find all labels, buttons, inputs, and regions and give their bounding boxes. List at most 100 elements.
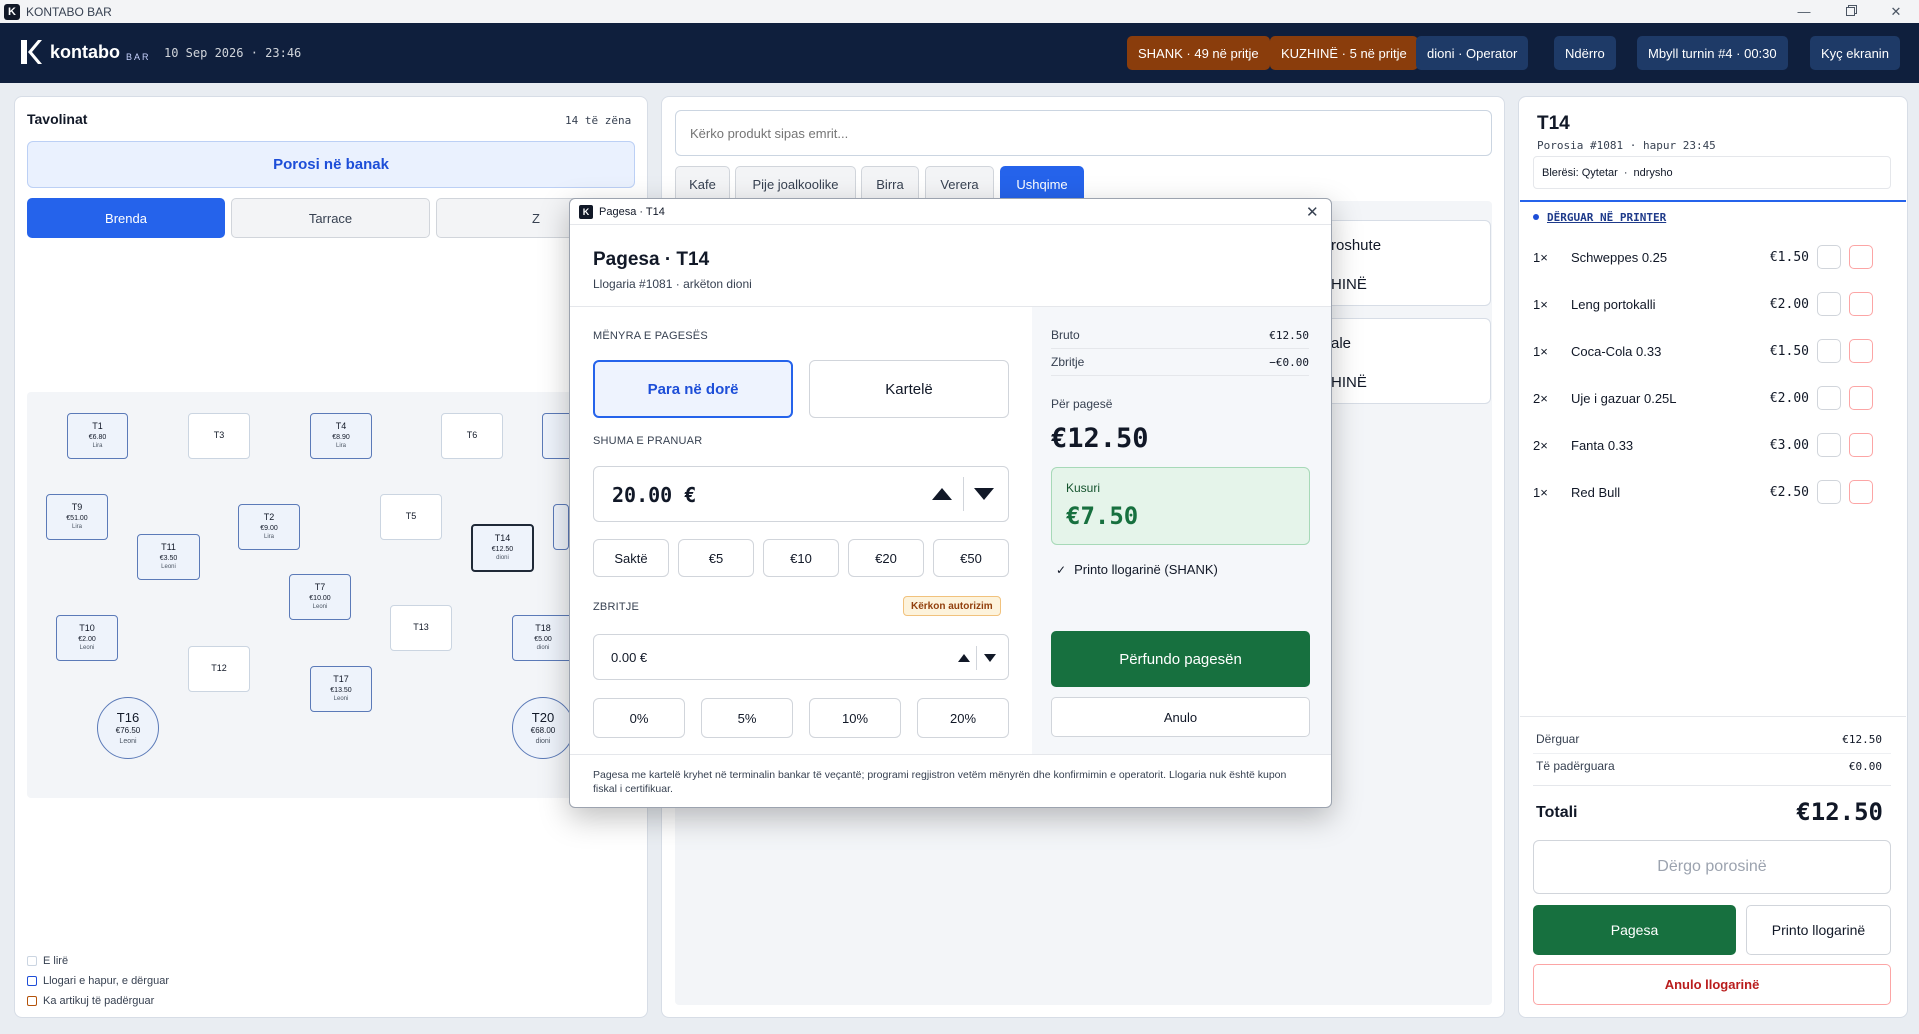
table-t17[interactable]: T17 €13.50 Leoni: [310, 666, 372, 712]
table-t7[interactable]: T7 €10.00 Leoni: [289, 574, 351, 620]
order-line[interactable]: 1× Coca-Cola 0.33 €1.50: [1533, 329, 1896, 373]
line-void-checkbox[interactable]: [1849, 339, 1873, 363]
cancel-payment-button[interactable]: Anulo: [1051, 697, 1310, 737]
print-bill-button[interactable]: Printo llogarinë: [1746, 905, 1891, 955]
payment-dialog: K Pagesa · T14 ✕ Pagesa · T14 Llogaria #…: [569, 198, 1332, 808]
gross-label: Bruto: [1051, 328, 1080, 342]
table-t4[interactable]: T4 €8.90 Lira: [310, 413, 372, 459]
card-method-button[interactable]: Kartelë: [809, 360, 1009, 418]
table-t10[interactable]: T10 €2.00 Leoni: [56, 615, 118, 661]
quick-5-button[interactable]: €5: [678, 539, 754, 577]
shank-queue-badge[interactable]: SHANK · 49 në pritje: [1127, 36, 1270, 70]
table-waiter: Leoni: [119, 737, 137, 745]
quick-50-button[interactable]: €50: [933, 539, 1009, 577]
bar-order-button[interactable]: Porosi në banak: [27, 141, 635, 188]
order-line[interactable]: 2× Uje i gazuar 0.25L €2.00: [1533, 376, 1896, 420]
discount-field[interactable]: 0.00 €: [593, 634, 1009, 680]
table-t16[interactable]: T16 €76.50 Leoni: [97, 697, 159, 759]
table-id: T10: [79, 622, 95, 633]
buyer-change-link[interactable]: ndrysho: [1633, 167, 1672, 179]
line-qty: 2×: [1533, 390, 1548, 406]
exact-amount-button[interactable]: Saktë: [593, 539, 669, 577]
table-partial-2[interactable]: [553, 504, 569, 550]
line-checkbox[interactable]: [1817, 480, 1841, 504]
discount-5-button[interactable]: 5%: [701, 698, 793, 738]
table-amount: €2.00: [78, 635, 96, 643]
line-checkbox[interactable]: [1817, 433, 1841, 457]
decrease-arrow-icon[interactable]: [966, 477, 1002, 511]
separator: ·: [1623, 166, 1628, 179]
category-tab-kafe[interactable]: Kafe: [675, 166, 730, 202]
dialog-close-icon[interactable]: ✕: [1306, 203, 1319, 221]
table-t5[interactable]: T5: [380, 494, 442, 540]
maximize-icon[interactable]: [1827, 0, 1873, 23]
unsent-value: €0.00: [1848, 760, 1882, 773]
buyer-field[interactable]: Blerësi: Qytetar · ndrysho: [1533, 156, 1891, 189]
line-checkbox[interactable]: [1817, 245, 1841, 269]
quick-10-button[interactable]: €10: [763, 539, 839, 577]
table-t9[interactable]: T9 €51.00 Lira: [46, 494, 108, 540]
cash-method-button[interactable]: Para në dorë: [593, 360, 793, 418]
line-price: €2.00: [1769, 390, 1809, 406]
minimize-icon[interactable]: —: [1781, 0, 1827, 23]
table-amount: €5.00: [534, 635, 552, 643]
order-line[interactable]: 1× Schweppes 0.25 €1.50: [1533, 235, 1896, 279]
line-checkbox[interactable]: [1817, 339, 1841, 363]
line-void-checkbox[interactable]: [1849, 480, 1873, 504]
legend-swatch-free: [27, 956, 37, 966]
product-search-input[interactable]: [675, 110, 1492, 156]
cancel-bill-button[interactable]: Anulo llogarinë: [1533, 964, 1891, 1005]
operator-button[interactable]: dioni · Operator: [1416, 36, 1529, 70]
line-void-checkbox[interactable]: [1849, 292, 1873, 316]
app-header: kontabo BAR 10 Sep 2026 · 23:46 SHANK · …: [0, 23, 1919, 83]
discount-decrease-icon[interactable]: [980, 648, 1000, 668]
print-bill-checkbox[interactable]: ✓ Printo llogarinë (SHANK): [1056, 562, 1218, 577]
discount-20-button[interactable]: 20%: [917, 698, 1009, 738]
line-void-checkbox[interactable]: [1849, 433, 1873, 457]
table-t6[interactable]: T6: [441, 413, 503, 459]
order-line[interactable]: 1× Red Bull €2.50: [1533, 470, 1896, 514]
dialog-subtitle: Llogaria #1081 · arkëton dioni: [593, 277, 752, 291]
finish-payment-button[interactable]: Përfundo pagesën: [1051, 631, 1310, 687]
order-line[interactable]: 2× Fanta 0.33 €3.00: [1533, 423, 1896, 467]
quick-20-button[interactable]: €20: [848, 539, 924, 577]
table-t14-selected[interactable]: T14 €12.50 dioni: [471, 524, 534, 572]
table-t12[interactable]: T12: [188, 646, 250, 692]
table-t11[interactable]: T11 €3.50 Leoni: [137, 534, 200, 580]
kitchen-queue-badge[interactable]: KUZHINË · 5 në pritje: [1270, 36, 1418, 70]
product-card-station: HINË: [1331, 276, 1367, 293]
table-t18[interactable]: T18 €5.00 dioni: [512, 615, 574, 661]
zone-tab-tarrace[interactable]: Tarrace: [231, 198, 430, 238]
received-amount-field[interactable]: 20.00 €: [593, 466, 1009, 522]
discount-increase-icon[interactable]: [954, 648, 974, 668]
table-t20[interactable]: T20 €68.00 dioni: [512, 697, 574, 759]
discount-10-button[interactable]: 10%: [809, 698, 901, 738]
table-t2[interactable]: T2 €9.00 Lira: [238, 504, 300, 550]
discount-0-button[interactable]: 0%: [593, 698, 685, 738]
line-name: Coca-Cola 0.33: [1571, 343, 1662, 359]
discount-label: ZBRITJE: [593, 601, 640, 613]
table-id: T9: [71, 501, 83, 512]
lock-screen-button[interactable]: Kyç ekranin: [1810, 36, 1900, 70]
table-t1[interactable]: T1 €6.80 Lira: [67, 413, 128, 459]
payment-button[interactable]: Pagesa: [1533, 905, 1736, 955]
switch-operator-button[interactable]: Ndërro: [1554, 36, 1616, 70]
category-tab-birra[interactable]: Birra: [861, 166, 919, 202]
category-tab-soft-drinks[interactable]: Pije joalkoolike: [735, 166, 856, 202]
close-window-icon[interactable]: ✕: [1873, 0, 1919, 23]
table-t13[interactable]: T13: [390, 605, 452, 651]
send-order-button[interactable]: Dërgo porosinë: [1533, 840, 1891, 894]
line-void-checkbox[interactable]: [1849, 386, 1873, 410]
line-checkbox[interactable]: [1817, 386, 1841, 410]
close-shift-button[interactable]: Mbyll turnin #4 · 00:30: [1637, 36, 1788, 70]
zone-tab-brenda[interactable]: Brenda: [27, 198, 225, 238]
line-checkbox[interactable]: [1817, 292, 1841, 316]
order-line[interactable]: 1× Leng portokalli €2.00: [1533, 282, 1896, 326]
legend-label: Llogari e hapur, e dërguar: [43, 975, 169, 987]
line-void-checkbox[interactable]: [1849, 245, 1873, 269]
table-t3[interactable]: T3: [188, 413, 250, 459]
category-tab-ushqime[interactable]: Ushqime: [1000, 166, 1084, 202]
increase-arrow-icon[interactable]: [924, 477, 960, 511]
table-id: T1: [92, 420, 103, 431]
category-tab-verera[interactable]: Verera: [925, 166, 994, 202]
